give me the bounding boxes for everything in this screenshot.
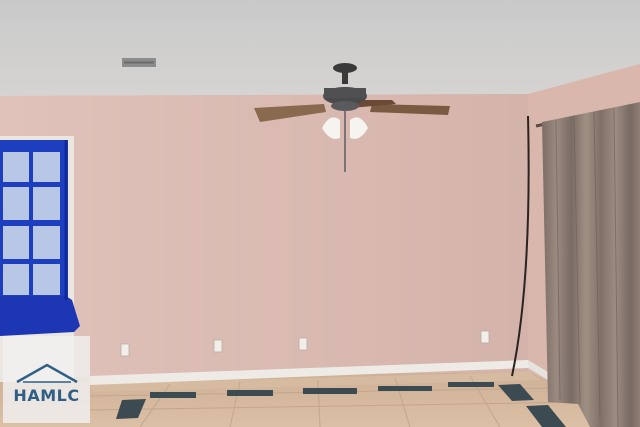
curtain	[535, 102, 640, 427]
watermark-text: HAMLC	[13, 386, 80, 405]
blue-curtain	[0, 296, 80, 336]
house-logo-icon	[16, 363, 78, 384]
ceiling	[0, 0, 640, 96]
watermark-logo: HAMLC	[3, 336, 90, 423]
room-scene	[0, 0, 640, 427]
